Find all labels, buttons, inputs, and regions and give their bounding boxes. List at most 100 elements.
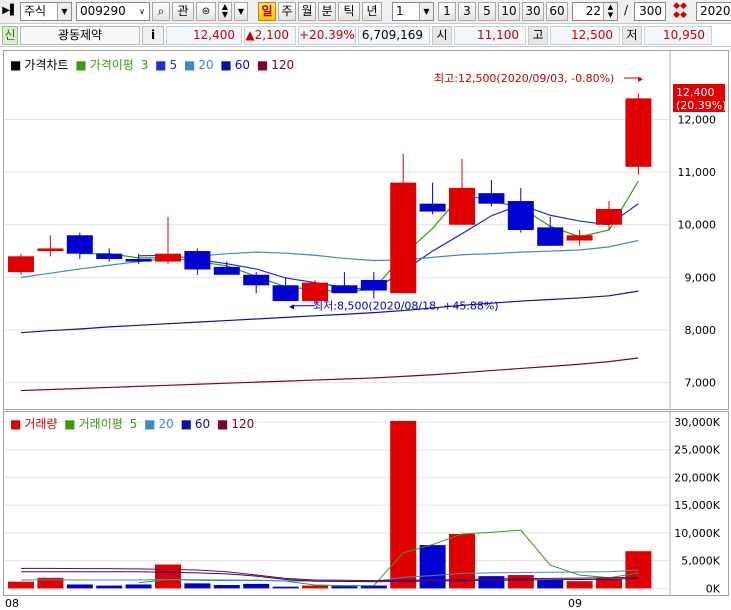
y-tick-label: 10,000 xyxy=(678,219,717,232)
volume-chart-pane[interactable]: 0K 5,000K 10,000K 15,000K 20,000K 25,000K 30,0… xyxy=(3,411,729,596)
legend-marker-icon: ■ xyxy=(220,58,232,72)
volume-bar xyxy=(184,583,211,589)
y-tick-label: 12,000 xyxy=(678,113,717,126)
market-select-value: 주식 xyxy=(24,4,47,18)
legend-marker-icon: ■ xyxy=(64,417,76,431)
arrow-head-icon: ◂ xyxy=(289,302,294,313)
legend-marker-icon: ■ xyxy=(256,58,269,72)
volume-ma-title: 거래이평 xyxy=(78,417,123,431)
legend-vma5: 5 xyxy=(129,417,138,431)
current-price: 12,400 xyxy=(166,26,242,45)
x-label-aug: 08 xyxy=(5,597,19,610)
y-tick-label: 7,000 xyxy=(685,377,717,390)
total-count-input[interactable]: 300 xyxy=(634,2,666,21)
volume-bar xyxy=(243,583,270,589)
more-dropdown-icon[interactable]: ▼ xyxy=(234,2,248,21)
volume-legend: ■ 거래량 ■ 거래이평 5 ■ 20 ■ 60 ■ 120 xyxy=(10,415,257,432)
volume-bar xyxy=(213,585,240,589)
candle-body xyxy=(507,201,534,230)
low-price: 10,950 xyxy=(644,26,712,45)
volume-bar xyxy=(478,576,505,589)
candle-body xyxy=(37,248,64,252)
low-annotation: 최저:8,500(2020/08/18, +45.88%) xyxy=(313,300,499,313)
arrow-head-icon: ▸ xyxy=(638,74,643,85)
candle-body xyxy=(125,258,152,262)
candle-body xyxy=(625,98,652,167)
unit-5-button[interactable]: 5 xyxy=(478,2,496,21)
market-select[interactable]: 주식 ▼ xyxy=(20,2,72,21)
panel-toggle-icon[interactable]: ▶▌ xyxy=(2,2,18,21)
search-icon[interactable]: ⌕ xyxy=(152,2,170,21)
price-legend: ■ 가격차트 ■ 가격이평 3 ■ 5 ■ 20 ■ 60 ■ 120 xyxy=(10,56,297,73)
period-minute-button[interactable]: 분 xyxy=(318,2,336,21)
legend-marker-icon: ■ xyxy=(217,417,229,431)
ma-line-120 xyxy=(20,357,639,392)
quote-bar: 신 광동제약 i 12,400 ▲2,100 +20.39% 6,709,169… xyxy=(0,25,731,47)
unit-1-button[interactable]: 1 xyxy=(438,2,456,21)
trade-volume: 6,709,169 xyxy=(358,26,430,45)
volume-legend-title: 거래량 xyxy=(24,417,58,431)
legend-vma20: 20 xyxy=(158,417,174,431)
volume-ma-line-120 xyxy=(21,567,639,582)
unit-10-button[interactable]: 10 xyxy=(498,2,520,21)
candle-body xyxy=(566,235,593,241)
period-month-button[interactable]: 월 xyxy=(298,2,316,21)
candle-body xyxy=(419,203,446,212)
legend-marker-icon: ■ xyxy=(75,58,87,72)
period-week-button[interactable]: 주 xyxy=(278,2,296,21)
period-tick-button[interactable]: 틱 xyxy=(338,2,360,21)
candle-body xyxy=(596,208,622,225)
stock-code-input[interactable]: 009290 ∨ xyxy=(76,2,150,21)
volume-bar xyxy=(272,586,299,589)
candle-body xyxy=(390,182,417,294)
new-listing-badge: 신 xyxy=(2,26,18,45)
volume-bar xyxy=(66,584,93,589)
candle-body xyxy=(184,251,211,270)
y-tick-label: 11,000 xyxy=(678,166,717,179)
stock-name: 광동제약 xyxy=(20,26,140,45)
price-ma-title: 가격이평 xyxy=(89,58,134,72)
info-icon[interactable]: i xyxy=(142,26,164,45)
scroll-arrows-icon[interactable]: ◆◆ ◆◆ xyxy=(668,2,692,21)
legend-ma3: 3 xyxy=(140,58,149,72)
y-tick-label: 0K xyxy=(706,582,721,595)
date-input[interactable]: 2020/ xyxy=(696,2,731,21)
open-label: 시 xyxy=(432,26,452,45)
dropdown-arrow-icon: ∨ xyxy=(139,7,145,16)
candle-body xyxy=(96,253,123,259)
top-toolbar: ▶▌ 주식 ▼ 009290 ∨ ⌕ 관 ⊜ ▲ ▼ ▼ 일 주 월 분 틱 년 … xyxy=(0,0,731,24)
period-day-button[interactable]: 일 xyxy=(258,2,276,21)
legend-marker-icon: ■ xyxy=(183,58,196,72)
y-tick-label: 30,000K xyxy=(674,416,720,429)
lock-icon[interactable]: ⊜ xyxy=(196,2,216,21)
candle-body xyxy=(331,285,358,294)
display-count-input[interactable]: 22 ▲ ▼ xyxy=(572,2,618,21)
volume-bar xyxy=(566,581,593,589)
legend-ma120: 120 xyxy=(271,58,295,72)
candle-body xyxy=(360,280,387,291)
spin-updown-icon: ▲ ▼ xyxy=(603,3,617,20)
candle-body xyxy=(213,266,240,275)
spin-updown-icon[interactable]: ▲ ▼ xyxy=(218,2,232,21)
x-axis: 08 09 xyxy=(0,597,731,610)
legend-marker-icon: ■ xyxy=(144,417,156,431)
unit-3-button[interactable]: 3 xyxy=(458,2,476,21)
period-year-button[interactable]: 년 xyxy=(362,2,382,21)
legend-marker-icon: ■ xyxy=(155,58,167,72)
unit-30-button[interactable]: 30 xyxy=(522,2,544,21)
price-chart: 7,000 8,000 9,000 10,000 11,000 12,000 최고:12,5… xyxy=(4,51,727,409)
last-price-label: 12,400 xyxy=(676,86,715,99)
volume-bar xyxy=(507,575,534,589)
chevron-down-icon: ▼ xyxy=(57,3,71,20)
legend-vma120: 120 xyxy=(231,417,255,431)
high-label: 고 xyxy=(528,26,548,45)
y-tick-label: 5,000K xyxy=(681,555,720,568)
unit-60-button[interactable]: 60 xyxy=(546,2,568,21)
candle-body xyxy=(478,193,505,204)
volume-bar xyxy=(537,580,564,589)
unit-select[interactable]: 1 ▼ xyxy=(392,2,434,21)
relation-button[interactable]: 관 xyxy=(172,2,194,21)
price-chart-pane[interactable]: 7,000 8,000 9,000 10,000 11,000 12,000 최고:12,5… xyxy=(3,50,729,410)
legend-marker-icon: ■ xyxy=(10,58,22,72)
legend-marker-icon: ■ xyxy=(180,417,192,431)
